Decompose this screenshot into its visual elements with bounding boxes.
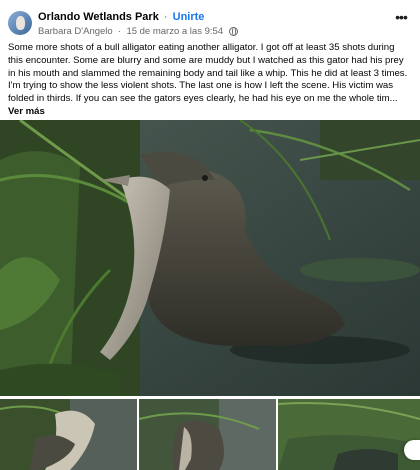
- globe-icon: [228, 27, 238, 36]
- author-name[interactable]: Barbara D'Angelo: [38, 26, 113, 37]
- thumbnail-photo-3[interactable]: [278, 399, 420, 470]
- join-group-link[interactable]: Unirte: [173, 11, 205, 23]
- post-meta: Barbara D'Angelo · 15 de marzo a las 9:5…: [38, 26, 238, 37]
- see-more-link[interactable]: Ver más: [8, 106, 412, 119]
- thumbnail-strip: [0, 399, 420, 470]
- post-date[interactable]: 15 de marzo a las 9:54: [126, 26, 223, 37]
- thumbnail-photo-1[interactable]: [0, 399, 137, 470]
- post-body: Some more shots of a bull alligator eati…: [8, 42, 408, 105]
- post-text: Some more shots of a bull alligator eati…: [8, 42, 412, 119]
- post-header: Orlando Wetlands Park · Unirte Barbara D…: [0, 0, 420, 40]
- group-avatar[interactable]: [8, 11, 32, 35]
- alligator-photo: [0, 120, 420, 396]
- main-photo[interactable]: [0, 120, 420, 396]
- group-name-link[interactable]: Orlando Wetlands Park: [38, 11, 159, 23]
- more-options-icon[interactable]: •••: [392, 10, 410, 26]
- side-scroll-handle[interactable]: [404, 440, 420, 460]
- meta-separator: ·: [115, 26, 124, 37]
- separator-dot: ·: [163, 11, 168, 23]
- post-title-line: Orlando Wetlands Park · Unirte: [38, 11, 204, 23]
- thumbnail-photo-2[interactable]: [139, 399, 276, 470]
